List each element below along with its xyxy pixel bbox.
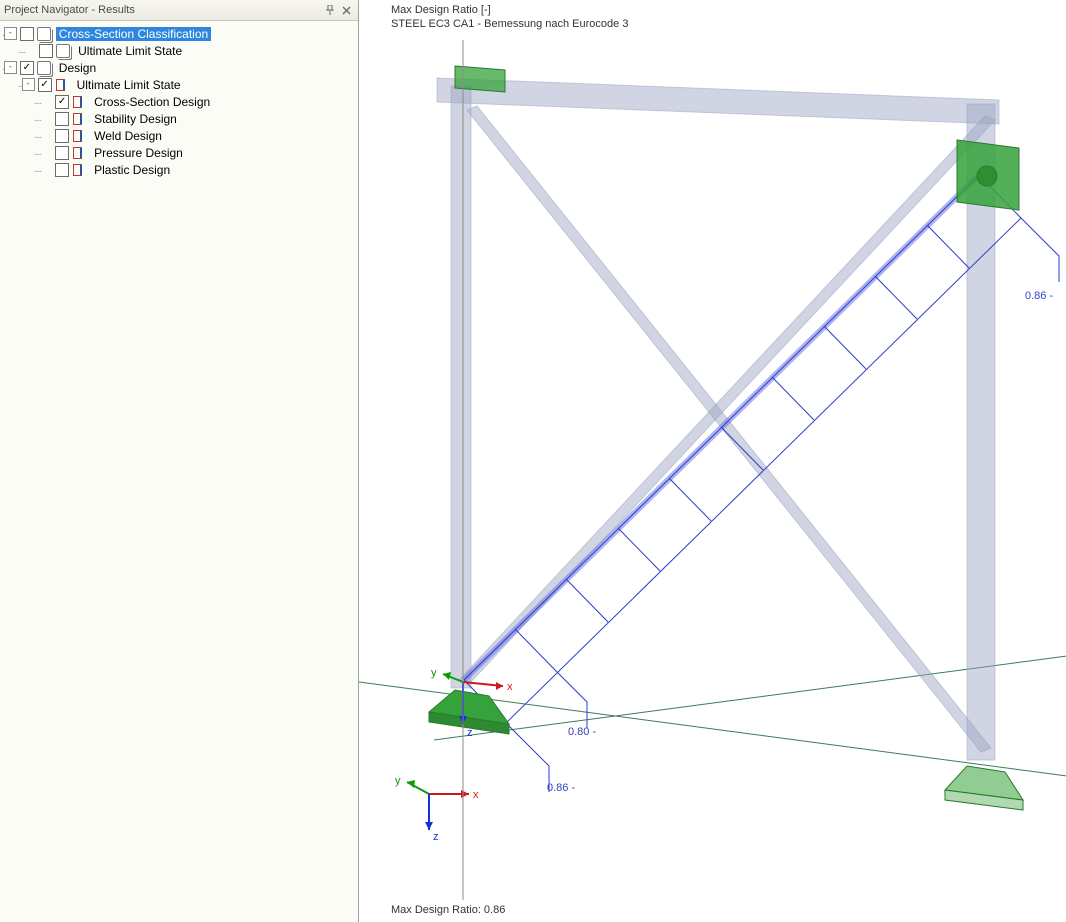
svg-text:x: x bbox=[507, 681, 513, 693]
tree-item-pressure-design[interactable]: .... Pressure Design bbox=[2, 144, 356, 161]
panel-header: Project Navigator - Results bbox=[0, 0, 358, 21]
design-icon bbox=[55, 78, 71, 92]
scene-3d: x y z x y z bbox=[359, 0, 1066, 922]
checkbox[interactable] bbox=[55, 146, 69, 160]
svg-text:z: z bbox=[433, 831, 439, 843]
pin-icon[interactable] bbox=[322, 2, 338, 18]
design-icon bbox=[72, 112, 88, 126]
checkbox[interactable] bbox=[55, 163, 69, 177]
tree-item-label: Cross-Section Classification bbox=[56, 27, 211, 41]
expander-icon[interactable]: - bbox=[22, 78, 35, 91]
checkbox[interactable] bbox=[55, 112, 69, 126]
tree-item-cross-section-design[interactable]: .... Cross-Section Design bbox=[2, 93, 356, 110]
tree-item-plastic-design[interactable]: .... Plastic Design bbox=[2, 161, 356, 178]
tree-item-label: Design bbox=[56, 61, 99, 75]
annotation-lower1: 0.80 - bbox=[568, 726, 596, 738]
tree-item-label: Plastic Design bbox=[91, 163, 173, 177]
checkbox[interactable] bbox=[55, 129, 69, 143]
design-icon bbox=[72, 146, 88, 160]
status-max-design-ratio: Max Design Ratio: 0.86 bbox=[391, 904, 505, 916]
tree-item-label: Stability Design bbox=[91, 112, 180, 126]
annotation-right: 0.86 - bbox=[1025, 290, 1053, 302]
tree-item-weld-design[interactable]: .... Weld Design bbox=[2, 127, 356, 144]
checkbox[interactable] bbox=[55, 95, 69, 109]
sheets-icon bbox=[56, 44, 72, 58]
panel-title: Project Navigator - Results bbox=[4, 4, 322, 16]
tree-item-uls-a[interactable]: .... Ultimate Limit State bbox=[2, 42, 356, 59]
design-icon bbox=[72, 129, 88, 143]
annotation-lower2: 0.86 - bbox=[547, 782, 575, 794]
svg-text:y: y bbox=[395, 775, 401, 787]
checkbox[interactable] bbox=[20, 61, 34, 75]
sheets-icon bbox=[37, 27, 53, 41]
expander-icon[interactable]: - bbox=[4, 61, 17, 74]
tree-item-label: Cross-Section Design bbox=[91, 95, 213, 109]
tree-item-design[interactable]: . - Design bbox=[2, 59, 356, 76]
tree-item-cross-section-classification[interactable]: . - Cross-Section Classification bbox=[2, 25, 356, 42]
svg-text:y: y bbox=[431, 667, 437, 679]
checkbox[interactable] bbox=[20, 27, 34, 41]
tree-item-stability-design[interactable]: .... Stability Design bbox=[2, 110, 356, 127]
svg-text:z: z bbox=[467, 727, 473, 739]
tree-item-label: Ultimate Limit State bbox=[74, 78, 184, 92]
design-icon bbox=[72, 95, 88, 109]
close-icon[interactable] bbox=[338, 2, 354, 18]
tree-item-label: Weld Design bbox=[91, 129, 165, 143]
model-viewport[interactable]: Max Design Ratio [-] STEEL EC3 CA1 - Bem… bbox=[359, 0, 1066, 922]
global-axes-triad: x y z bbox=[395, 775, 479, 843]
navigator-tree[interactable]: . - Cross-Section Classification .... Ul… bbox=[0, 21, 358, 182]
sheets-icon bbox=[37, 61, 53, 75]
project-navigator-panel: Project Navigator - Results . - Cross-Se… bbox=[0, 0, 359, 922]
tree-item-label: Ultimate Limit State bbox=[75, 44, 185, 58]
design-icon bbox=[72, 163, 88, 177]
tree-item-label: Pressure Design bbox=[91, 146, 186, 160]
expander-icon[interactable]: - bbox=[4, 27, 17, 40]
tree-item-uls-b[interactable]: .. - Ultimate Limit State bbox=[2, 76, 356, 93]
svg-text:x: x bbox=[473, 789, 479, 801]
checkbox[interactable] bbox=[38, 78, 52, 92]
checkbox[interactable] bbox=[39, 44, 53, 58]
